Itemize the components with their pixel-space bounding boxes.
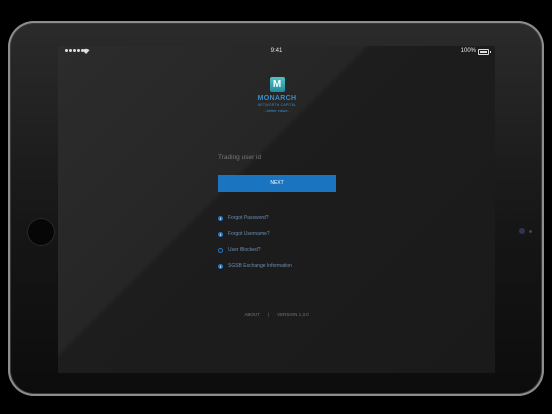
- monarch-logo: M MONARCH NETWORTH CAPITAL ...better val…: [256, 77, 298, 113]
- trading-user-id-input[interactable]: [218, 150, 336, 164]
- version-label: VERSION 1.3.0: [277, 312, 309, 317]
- logo-mark-icon: M: [269, 77, 285, 92]
- home-button[interactable]: [27, 218, 55, 246]
- info-icon: i: [218, 263, 223, 269]
- status-time: 9:41: [270, 48, 283, 54]
- footer: ABOUT | VERSION 1.3.0: [58, 312, 495, 317]
- camera-icon: [519, 228, 525, 234]
- battery-icon: [478, 49, 491, 55]
- forgot-username-label: Forgot Username?: [228, 231, 270, 237]
- about-link[interactable]: ABOUT: [244, 312, 260, 317]
- exchange-information-link[interactable]: i SGSB Exchange Information: [218, 258, 292, 274]
- logo-name: MONARCH: [257, 95, 297, 102]
- app-screen: 9:41 100% M MONARCH NETWORTH CAPITAL ...…: [58, 46, 495, 373]
- logo-tagline: ...better value...: [263, 108, 291, 113]
- sensor-dot: [529, 230, 532, 233]
- user-blocked-link[interactable]: User Blocked?: [218, 242, 292, 258]
- next-button[interactable]: NEXT: [218, 175, 336, 192]
- status-bar: 9:41 100%: [58, 46, 495, 58]
- exchange-information-label: SGSB Exchange Information: [228, 263, 292, 269]
- battery-percent: 100%: [460, 48, 476, 54]
- info-icon: i: [218, 215, 223, 221]
- ring-icon: [218, 248, 223, 253]
- footer-separator: |: [267, 312, 270, 317]
- info-icon: i: [218, 231, 223, 237]
- forgot-password-label: Forgot Password?: [228, 215, 269, 221]
- help-links: i Forgot Password? i Forgot Username? Us…: [218, 210, 292, 274]
- logo-subtitle: NETWORTH CAPITAL: [257, 103, 297, 107]
- forgot-username-link[interactable]: i Forgot Username?: [218, 226, 292, 242]
- user-blocked-label: User Blocked?: [228, 247, 261, 253]
- forgot-password-link[interactable]: i Forgot Password?: [218, 210, 292, 226]
